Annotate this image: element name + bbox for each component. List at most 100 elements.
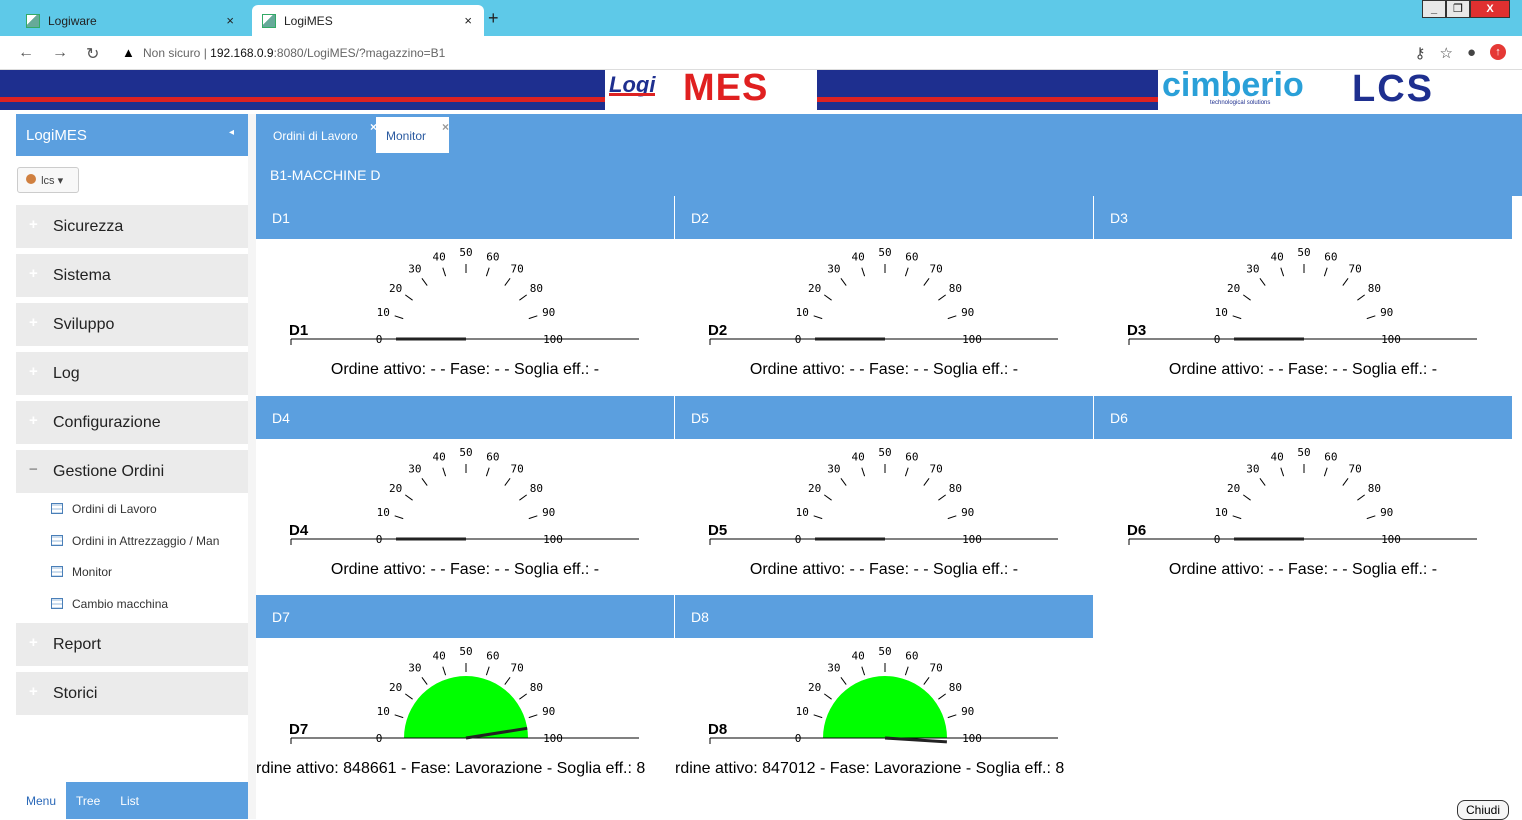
gauge-tick [528, 714, 538, 719]
gauge-tick-label: 50 [878, 446, 891, 459]
sidebar-item-sistema[interactable]: + Sistema [16, 254, 248, 297]
sidebar-splitter[interactable] [248, 114, 256, 819]
machine-panel: D8 0 10 20 30 40 50 60 70 80 90 100 D8 rdine attivo: … [675, 595, 1093, 792]
toolbar-icons: ⚷ ☆ ● ↑ [1414, 44, 1506, 62]
tab-list[interactable]: List [110, 782, 149, 819]
gauge-tick [840, 278, 847, 286]
reload-icon[interactable]: ↻ [86, 44, 99, 64]
gauge-tick [1342, 278, 1349, 286]
tab-ordini-di-lavoro[interactable]: Ordini di Lavoro × [263, 117, 377, 153]
gauge-tick-label: 50 [459, 645, 472, 658]
gauge-tick-label: 40 [851, 649, 864, 662]
update-icon[interactable]: ↑ [1490, 44, 1506, 60]
tab-monitor[interactable]: Monitor × [376, 117, 449, 153]
collapse-sidebar-icon[interactable]: ◂ [229, 127, 234, 138]
gauge-tick-label: 20 [1227, 482, 1240, 495]
gauge-tick [528, 515, 538, 520]
logiware-favicon-icon [26, 13, 40, 28]
sidebar-item-gestione-ordini[interactable]: − Gestione Ordini [16, 450, 248, 493]
gauge-tick-label: 50 [1297, 246, 1310, 259]
sidebar-item-report[interactable]: + Report [16, 623, 248, 666]
sidebar-item-storici[interactable]: + Storici [16, 672, 248, 715]
gauge-tick [813, 315, 823, 320]
logimes-favicon-icon [262, 13, 276, 28]
new-tab-button[interactable]: + [488, 8, 499, 29]
close-tab-icon[interactable]: × [464, 13, 472, 28]
gauge-tick-label: 30 [827, 463, 840, 476]
gauge-machine-label: D4 [289, 522, 309, 539]
sidebar-subitem-monitor[interactable]: Monitor [16, 556, 248, 588]
tab-menu[interactable]: Menu [16, 782, 67, 819]
gauge-tick [923, 278, 930, 286]
machine-panel: D5 0 10 20 30 40 50 60 70 80 90 100 D5 Ordine attivo:… [675, 396, 1093, 593]
gauge-tick [904, 666, 909, 676]
gauge-tick-label: 100 [962, 333, 982, 346]
gauge-tick-label: 20 [808, 681, 821, 694]
gauge-tick-label: 70 [510, 463, 523, 476]
browser-tab-label: LogiMES [284, 13, 333, 28]
browser-tab-logiware[interactable]: Logiware × [16, 5, 246, 36]
browser-tabstrip: Logiware × LogiMES × + _ ❐ X [0, 0, 1522, 36]
warning-triangle-icon[interactable]: ▲ [122, 45, 135, 60]
url-field[interactable]: Non sicuro | 192.168.0.9:8080/LogiMES/?m… [143, 46, 445, 60]
key-icon[interactable]: ⚷ [1414, 44, 1425, 62]
gauge-tick [1259, 478, 1266, 486]
minimize-button[interactable]: _ [1422, 0, 1446, 18]
chiudi-button[interactable]: Chiudi [1457, 800, 1509, 820]
sidebar-item-configurazione[interactable]: + Configurazione [16, 401, 248, 444]
gauge-tick [485, 666, 490, 676]
close-tab-icon[interactable]: × [226, 13, 234, 28]
gauge-tick-label: 20 [808, 482, 821, 495]
sidebar-item-sviluppo[interactable]: + Sviluppo [16, 303, 248, 346]
gauge-tick-label: 30 [408, 662, 421, 675]
gauge: 0 10 20 30 40 50 60 70 80 90 100 D4 [289, 446, 639, 546]
sidebar-item-sicurezza[interactable]: + Sicurezza [16, 205, 248, 248]
gauge-tick-label: 100 [1381, 333, 1401, 346]
gauge-tick [519, 693, 527, 700]
close-tab-icon[interactable]: × [442, 120, 449, 134]
plus-icon: + [29, 314, 38, 331]
gauge-tick [840, 677, 847, 685]
user-menu-button[interactable]: lcs ▾ [17, 167, 79, 193]
gauge: 0 10 20 30 40 50 60 70 80 90 100 D8 [708, 645, 1058, 745]
gauge-tick-label: 100 [543, 732, 563, 745]
lcs-logo: LCS [1348, 70, 1522, 110]
gauge-tick-label: 80 [949, 482, 962, 495]
url-separator: | [203, 46, 207, 60]
machine-panel: D4 0 10 20 30 40 50 60 70 80 90 100 D4 Ordine attivo:… [256, 396, 674, 593]
gauge-tick [947, 714, 957, 719]
gauge-tick [923, 677, 930, 685]
close-window-button[interactable]: X [1470, 0, 1510, 18]
app-banner: Logi MES cimberio technological solution… [0, 70, 1522, 110]
machine-panel: D7 0 10 20 30 40 50 60 70 80 90 100 D7 rdine attivo: … [256, 595, 674, 792]
forward-arrow-icon[interactable]: → [52, 44, 68, 62]
back-arrow-icon[interactable]: ← [18, 44, 34, 62]
sidebar-subitem-cambio-macchina[interactable]: Cambio macchina [16, 588, 248, 620]
cimberio-tagline: technological solutions [1210, 100, 1271, 106]
profile-icon[interactable]: ● [1467, 44, 1476, 62]
gauge-tick [405, 494, 413, 501]
machine-panel: D6 0 10 20 30 40 50 60 70 80 90 100 D6 Ordine attivo:… [1094, 396, 1512, 593]
sidebar-subitem-ordini-lavoro[interactable]: Ordini di Lavoro [16, 493, 248, 525]
list-icon [51, 597, 63, 609]
sidebar-item-log[interactable]: + Log [16, 352, 248, 395]
maximize-button[interactable]: ❐ [1446, 0, 1470, 18]
gauge-tick-label: 70 [929, 662, 942, 675]
sidebar-item-label: Gestione Ordini [53, 463, 165, 480]
gauge-tick-label: 80 [1368, 482, 1381, 495]
gauge-tick [504, 278, 511, 286]
plus-icon: + [29, 363, 38, 380]
gauge-tick-label: 60 [1324, 450, 1337, 463]
sidebar-item-label: Sistema [53, 267, 111, 284]
gauge-tick-label: 70 [510, 263, 523, 276]
sidebar-subitem-ordini-attrezzaggio[interactable]: Ordini in Attrezzaggio / Man [16, 525, 248, 557]
gauge-tick-label: 30 [408, 263, 421, 276]
tab-tree[interactable]: Tree [66, 782, 110, 819]
browser-tab-logimes[interactable]: LogiMES × [252, 5, 484, 36]
security-label: Non sicuro [143, 46, 201, 60]
gauge-tick [840, 478, 847, 486]
gauge-tick-label: 0 [1214, 333, 1221, 346]
gauge-tick [442, 467, 447, 477]
gauge-tick-label: 50 [1297, 446, 1310, 459]
star-icon[interactable]: ☆ [1439, 44, 1452, 62]
